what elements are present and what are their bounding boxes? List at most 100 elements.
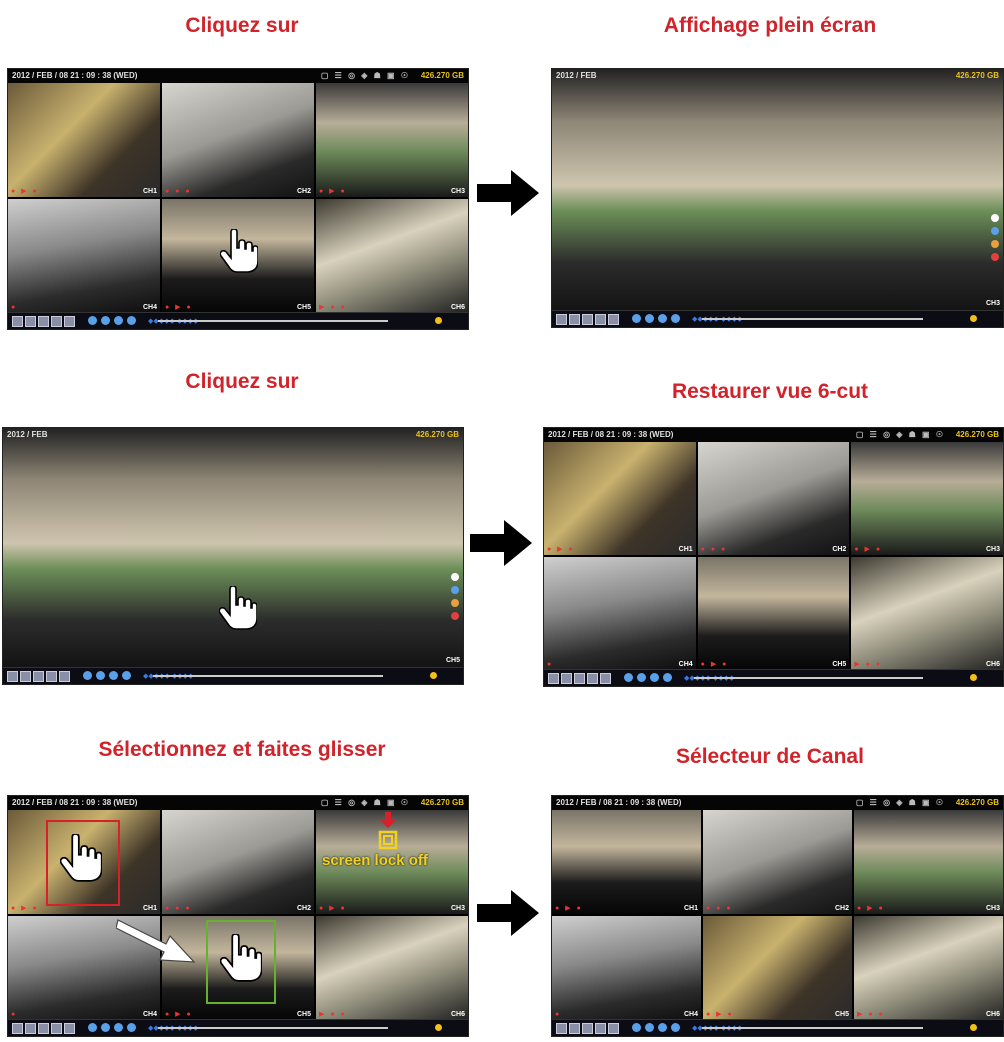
timeline-track[interactable] [158, 320, 388, 322]
camera-tile-ch5[interactable]: ● ▶ ● CH5 [697, 557, 850, 670]
layout-buttons[interactable] [548, 673, 611, 684]
dvr-top-bar: 2012 / FEB 426.270 GB [552, 69, 1003, 83]
layout-buttons[interactable] [12, 316, 75, 327]
camera-tile-ch6[interactable]: ▶ ● ● CH6 [851, 557, 1003, 670]
timeline-track[interactable] [158, 1027, 388, 1029]
status-dots: ● ● ● [700, 546, 728, 553]
timeline-knob[interactable] [430, 672, 437, 679]
status-dots: ▶ ● ● [857, 1011, 885, 1018]
camera-tile-ch2[interactable]: ● ● ● CH2 [703, 810, 852, 914]
status-dots: ● [547, 661, 554, 668]
layout-buttons[interactable] [556, 1023, 619, 1034]
channel-label: CH3 [985, 905, 1000, 912]
camera-tile-ch1[interactable]: ● ▶ ● CH1 [8, 810, 160, 914]
control-icons[interactable] [624, 673, 672, 682]
camera-tile-ch1[interactable]: ● ▶ ● CH1 [544, 442, 696, 555]
dvr-bottom-toolbar: ◆◆◆◆◆ ◆◆◆◆ [3, 667, 463, 684]
camera-tile-ch3[interactable]: screen lock off ● ▶ ● CH3 [316, 810, 468, 914]
channel-label: CH1 [142, 188, 157, 195]
layout-buttons[interactable] [556, 314, 619, 325]
camera-tile-ch4[interactable]: ● CH4 [8, 199, 160, 313]
dvr-top-bar: 2012 / FEB / 08 21 : 09 : 38 (WED) ▢ ☰ ◎… [8, 796, 468, 810]
channel-label: CH5 [445, 657, 460, 664]
camera-tile-ch3[interactable]: ● ▶ ● CH3 [851, 442, 1003, 555]
dvr-bottom-toolbar: ◆◆◆◆◆ ◆◆◆◆ [8, 312, 468, 329]
timeline-knob[interactable] [970, 315, 977, 322]
status-dots: ● ▶ ● [555, 905, 583, 912]
hdd-capacity: 426.270 GB [955, 798, 999, 807]
timeline-knob[interactable] [970, 674, 977, 681]
channel-label: CH3 [985, 546, 1000, 553]
hdd-capacity: 426.270 GB [415, 430, 459, 439]
hand-cursor-icon [60, 834, 102, 882]
dvr-screen-drag: 2012 / FEB / 08 21 : 09 : 38 (WED) ▢ ☰ ◎… [7, 795, 469, 1037]
channel-side-icons[interactable] [991, 214, 999, 261]
hdd-capacity: 426.270 GB [955, 430, 999, 439]
timeline-knob[interactable] [435, 1024, 442, 1031]
channel-label: CH1 [683, 905, 698, 912]
timeline-track[interactable] [702, 1027, 923, 1029]
camera-tile-ch3[interactable]: ● ▶ ● CH3 [854, 810, 1003, 914]
camera-tile-ch4[interactable]: ● CH4 [544, 557, 696, 670]
camera-tile-ch5[interactable]: ● ▶ ● CH5 [703, 916, 852, 1020]
camera-tile-ch1[interactable]: ● ▶ ● CH1 [552, 810, 701, 914]
camera-tile-ch4[interactable]: ● CH4 [552, 916, 701, 1020]
channel-label: CH4 [678, 661, 693, 668]
datetime-label: 2012 / FEB [556, 71, 597, 80]
camera-tile-ch5[interactable]: ● ▶ ● CH5 [162, 199, 314, 313]
status-dots: ● ▶ ● [854, 546, 883, 553]
control-icons[interactable] [632, 314, 680, 323]
screen-lock-icon [378, 812, 398, 850]
datetime-label: 2012 / FEB / 08 21 : 09 : 38 (WED) [12, 71, 138, 80]
camera-tile-ch2[interactable]: ● ● ● CH2 [697, 442, 850, 555]
camera-tile-ch2[interactable]: ● ● ● CH2 [162, 810, 314, 914]
channel-label: CH3 [985, 300, 1000, 307]
channel-label: CH1 [678, 546, 693, 553]
timeline-track[interactable] [702, 318, 923, 320]
timeline-knob[interactable] [970, 1024, 977, 1031]
dvr-bottom-toolbar: ◆◆◆◆◆ ◆◆◆◆ [544, 669, 1003, 686]
hand-cursor-icon [219, 586, 257, 630]
control-icons[interactable] [83, 671, 131, 680]
control-icons[interactable] [88, 1023, 136, 1032]
channel-label: CH3 [450, 905, 465, 912]
camera-tile-ch2[interactable]: ● ● ● CH2 [162, 83, 314, 197]
timeline-knob[interactable] [435, 317, 442, 324]
channel-label: CH6 [985, 1011, 1000, 1018]
camera-tile-ch6[interactable]: ▶ ● ● CH6 [854, 916, 1003, 1020]
dvr-screen-fullscreen: 2012 / FEB 426.270 GB CH3 ◆◆◆◆◆ ◆◆◆◆ [551, 68, 1004, 328]
timeline-track[interactable] [694, 677, 923, 679]
timeline-track[interactable] [153, 675, 383, 677]
channel-side-icons[interactable] [451, 573, 459, 620]
status-icons: ▢ ☰ ◎ ◈ ☗ ▣ ☉ [855, 430, 945, 439]
datetime-label: 2012 / FEB [7, 430, 48, 439]
dvr-screen-6cut-restored: 2012 / FEB / 08 21 : 09 : 38 (WED) ▢ ☰ ◎… [543, 427, 1004, 687]
layout-buttons[interactable] [12, 1023, 75, 1034]
camera-tile-ch6[interactable]: ▶ ● ● CH6 [316, 916, 468, 1020]
channel-label: CH5 [834, 1011, 849, 1018]
status-icons: ▢ ☰ ◎ ◈ ☗ ▣ ☉ [320, 71, 410, 80]
channel-label: CH6 [985, 661, 1000, 668]
status-dots: ● ▶ ● [857, 905, 885, 912]
dvr-screen-fullscreen-click: 2012 / FEB 426.270 GB CH5 ◆◆◆◆◆ ◆◆◆◆ [2, 427, 464, 685]
camera-tile-ch3[interactable]: ● ▶ ● CH3 [316, 83, 468, 197]
control-icons[interactable] [632, 1023, 680, 1032]
status-dots: ● ● ● [165, 188, 192, 195]
channel-label: CH6 [450, 1011, 465, 1018]
channel-label: CH4 [142, 304, 157, 311]
status-dots: ● ● ● [706, 905, 733, 912]
camera-tile-ch6[interactable]: ▶ ● ● CH6 [316, 199, 468, 313]
channel-label: CH2 [296, 188, 311, 195]
dvr-bottom-toolbar: ◆◆◆◆◆ ◆◆◆◆ [8, 1019, 468, 1036]
status-dots: ● ▶ ● [11, 905, 39, 912]
camera-grid: ● ▶ ● CH1 ● ● ● CH2 ● ▶ ● CH3 ● CH4 ● ▶ … [8, 83, 468, 313]
right-arrow-icon [477, 890, 539, 936]
camera-tile-ch1[interactable]: ● ▶ ● CH1 [8, 83, 160, 197]
layout-buttons[interactable] [7, 671, 70, 682]
right-arrow-icon [470, 520, 532, 566]
hdd-capacity: 426.270 GB [420, 798, 464, 807]
dvr-top-bar: 2012 / FEB / 08 21 : 09 : 38 (WED) ▢ ☰ ◎… [552, 796, 1003, 810]
status-dots: ● ▶ ● [165, 304, 193, 311]
caption-row3-left: Sélectionnez et faites glisser [98, 738, 386, 761]
control-icons[interactable] [88, 316, 136, 325]
